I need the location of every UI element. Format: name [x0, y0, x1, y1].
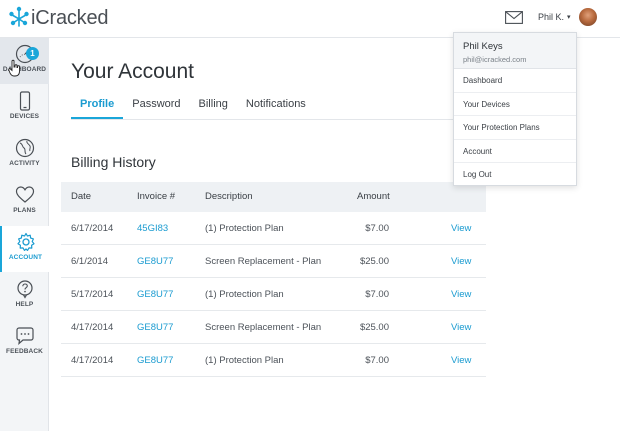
account-tabs: Profile Password Billing Notifications: [71, 95, 315, 119]
row-description: Screen Replacement - Plan: [205, 322, 322, 333]
row-date: 5/17/2014: [71, 289, 114, 300]
user-dropdown-menu: Phil Keys phil@icracked.com Dashboard Yo…: [453, 32, 577, 186]
phone-icon: [19, 91, 30, 111]
table-row: 5/17/2014 GE8U77 (1) Protection Plan $7.…: [61, 278, 486, 311]
tabs-divider: [71, 119, 485, 120]
help-icon: [16, 280, 33, 299]
logo[interactable]: iCracked: [8, 6, 109, 30]
invoice-link[interactable]: GE8U77: [137, 311, 173, 344]
user-menu-toggle[interactable]: Phil K. ▾: [538, 12, 571, 22]
view-link[interactable]: View: [451, 278, 471, 311]
table-row: 4/17/2014 GE8U77 Screen Replacement - Pl…: [61, 311, 486, 344]
column-header-invoice: Invoice #: [137, 191, 176, 202]
menu-item-log-out[interactable]: Log Out: [454, 163, 576, 187]
view-link[interactable]: View: [451, 245, 471, 278]
row-description: (1) Protection Plan: [205, 223, 284, 234]
view-link[interactable]: View: [451, 212, 471, 245]
sidebar-item-label: ACCOUNT: [8, 254, 43, 261]
tab-billing[interactable]: Billing: [190, 95, 237, 119]
billing-history-table: Date Invoice # Description Amount 6/17/2…: [61, 182, 486, 377]
sidebar-item-label: DEVICES: [9, 113, 40, 120]
row-amount: $25.00: [359, 256, 389, 267]
page-title: Your Account: [71, 60, 194, 83]
view-link[interactable]: View: [451, 344, 471, 377]
table-row: 4/17/2014 GE8U77 (1) Protection Plan $7.…: [61, 344, 486, 377]
mail-icon[interactable]: [505, 11, 523, 24]
column-header-date: Date: [71, 191, 92, 202]
sidebar-item-dashboard[interactable]: DASHBOARD 1: [0, 38, 49, 84]
dropdown-user-header: Phil Keys phil@icracked.com: [454, 33, 576, 69]
row-date: 4/17/2014: [71, 322, 114, 333]
sidebar: DASHBOARD 1 DEVICES ACTIVITY PLANS ACCOU…: [0, 38, 49, 431]
tab-notifications[interactable]: Notifications: [237, 95, 315, 119]
sidebar-item-devices[interactable]: DEVICES: [0, 85, 49, 131]
sidebar-item-label: HELP: [15, 301, 34, 308]
row-description: (1) Protection Plan: [205, 355, 284, 366]
user-name-label: Phil K.: [538, 12, 565, 22]
menu-item-account[interactable]: Account: [454, 140, 576, 163]
column-header-description: Description: [205, 191, 253, 202]
logo-text: iCracked: [31, 6, 109, 29]
view-link[interactable]: View: [451, 311, 471, 344]
sidebar-item-plans[interactable]: PLANS: [0, 179, 49, 225]
table-header: Date Invoice # Description Amount: [61, 182, 486, 212]
section-title: Billing History: [71, 154, 156, 170]
sidebar-item-help[interactable]: HELP: [0, 273, 49, 319]
tab-profile[interactable]: Profile: [71, 95, 124, 119]
row-date: 6/17/2014: [71, 223, 114, 234]
dropdown-user-name: Phil Keys: [463, 41, 503, 52]
row-description: Screen Replacement - Plan: [205, 256, 322, 267]
menu-item-your-protection-plans[interactable]: Your Protection Plans: [454, 116, 576, 140]
dropdown-user-email: phil@icracked.com: [463, 55, 527, 64]
notification-badge: 1: [26, 47, 39, 60]
invoice-link[interactable]: GE8U77: [137, 278, 173, 311]
row-amount: $7.00: [365, 355, 389, 366]
avatar[interactable]: [579, 8, 597, 26]
menu-item-your-devices[interactable]: Your Devices: [454, 93, 576, 116]
chat-bubble-icon: [15, 327, 34, 346]
row-date: 4/17/2014: [71, 355, 114, 366]
hand-cursor-icon: [8, 53, 22, 77]
sidebar-item-label: PLANS: [13, 207, 36, 214]
invoice-link[interactable]: 45GI83: [137, 212, 168, 245]
sidebar-item-activity[interactable]: ACTIVITY: [0, 132, 49, 178]
gear-icon: [16, 232, 35, 251]
chevron-down-icon: ▾: [567, 14, 571, 21]
table-row: 6/17/2014 45GI83 (1) Protection Plan $7.…: [61, 212, 486, 245]
column-header-amount: Amount: [357, 191, 390, 202]
sidebar-item-feedback[interactable]: FEEDBACK: [0, 320, 49, 366]
heart-icon: [15, 186, 34, 203]
row-amount: $7.00: [365, 289, 389, 300]
sidebar-item-label: ACTIVITY: [9, 160, 40, 167]
sidebar-item-label: FEEDBACK: [6, 348, 43, 355]
menu-item-dashboard[interactable]: Dashboard: [454, 69, 576, 93]
row-date: 6/1/2014: [71, 256, 108, 267]
invoice-link[interactable]: GE8U77: [137, 245, 173, 278]
row-amount: $7.00: [365, 223, 389, 234]
invoice-link[interactable]: GE8U77: [137, 344, 173, 377]
logo-icon: [8, 6, 30, 30]
row-description: (1) Protection Plan: [205, 289, 284, 300]
globe-icon: [15, 138, 34, 158]
row-amount: $25.00: [359, 322, 389, 333]
table-row: 6/1/2014 GE8U77 Screen Replacement - Pla…: [61, 245, 486, 278]
tab-password[interactable]: Password: [123, 95, 189, 119]
sidebar-item-account[interactable]: ACCOUNT: [0, 226, 49, 272]
